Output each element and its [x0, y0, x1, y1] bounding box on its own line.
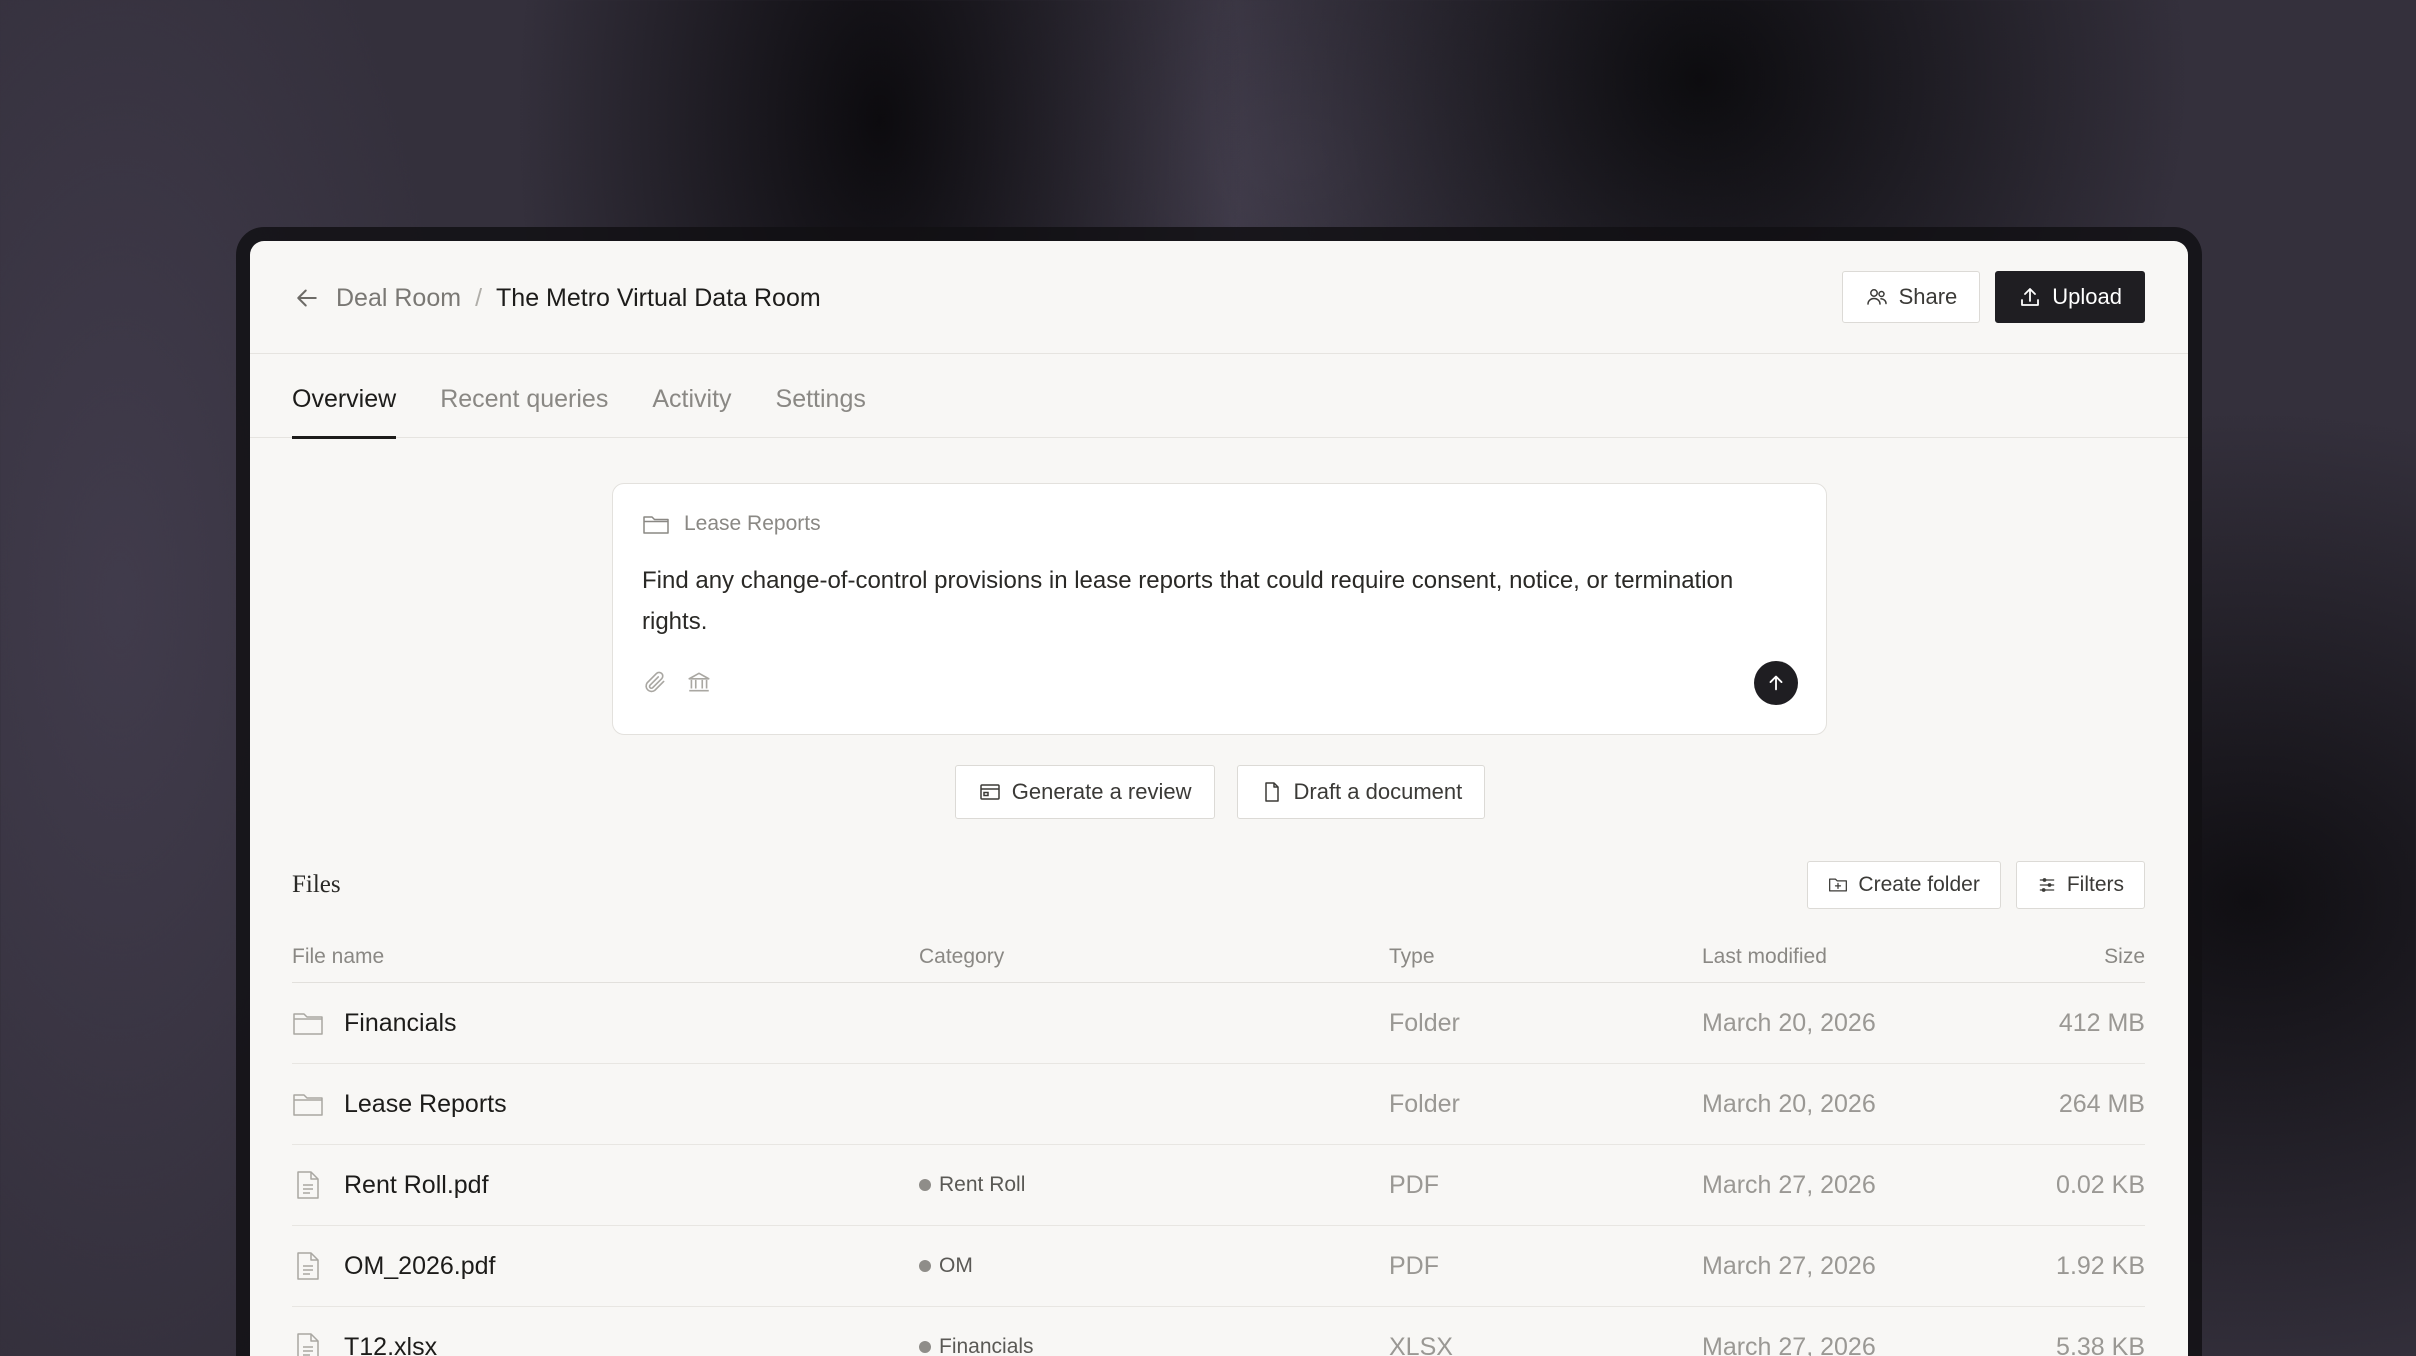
create-folder-button[interactable]: Create folder	[1807, 861, 2001, 909]
file-name-cell: Financials	[292, 1008, 919, 1038]
type-cell: PDF	[1389, 1251, 1439, 1280]
category-label: Rent Roll	[939, 1173, 1026, 1196]
col-last-modified[interactable]: Last modified	[1702, 945, 2002, 969]
context-chip[interactable]: Lease Reports	[642, 512, 821, 536]
back-arrow-icon[interactable]	[292, 283, 322, 313]
top-bar: Deal Room / The Metro Virtual Data Room …	[250, 241, 2188, 354]
size-cell: 412 MB	[2058, 1008, 2145, 1037]
modified-cell: March 20, 2026	[1702, 1089, 1876, 1118]
paperclip-icon[interactable]	[642, 669, 668, 695]
folder-icon	[292, 1089, 324, 1119]
category-cell: OM	[919, 1254, 1389, 1278]
size-cell: 1.92 KB	[2056, 1251, 2145, 1280]
file-name: Financials	[344, 1008, 457, 1037]
generate-review-button[interactable]: Generate a review	[954, 765, 1215, 819]
category-cell: Financials	[919, 1335, 1389, 1356]
files-actions: Create folder Filters	[1807, 861, 2145, 909]
document-icon	[1264, 782, 1279, 802]
header-actions: Share Upload	[1841, 271, 2145, 323]
table-row[interactable]: OM_2026.pdf OM PDF March 27, 2026 1.92 K…	[292, 1226, 2145, 1307]
filter-sliders-icon	[2039, 878, 2055, 892]
send-button[interactable]	[1754, 661, 1798, 705]
generate-review-label: Generate a review	[1011, 779, 1192, 804]
file-name-cell: Rent Roll.pdf	[292, 1170, 919, 1200]
file-name: OM_2026.pdf	[344, 1251, 496, 1280]
folder-icon	[643, 516, 669, 534]
type-cell: PDF	[1389, 1170, 1439, 1199]
upload-button[interactable]: Upload	[1995, 271, 2145, 323]
composer-tools	[642, 669, 712, 695]
file-icon	[292, 1170, 324, 1200]
col-file-name[interactable]: File name	[292, 945, 919, 969]
quick-actions: Generate a review Draft a document	[250, 765, 2188, 819]
breadcrumb: Deal Room / The Metro Virtual Data Room	[292, 281, 821, 315]
type-cell: XLSX	[1389, 1332, 1453, 1356]
modified-cell: March 20, 2026	[1702, 1008, 1876, 1037]
file-name: Rent Roll.pdf	[344, 1170, 489, 1199]
type-cell: Folder	[1389, 1089, 1460, 1118]
folder-icon	[292, 1008, 324, 1038]
data-room-window: Deal Room / The Metro Virtual Data Room …	[250, 241, 2188, 1356]
file-name: T12.xlsx	[344, 1332, 438, 1356]
files-title: Files	[292, 871, 341, 898]
review-icon	[979, 784, 1000, 800]
col-type[interactable]: Type	[1389, 945, 1702, 969]
size-cell: 5.38 KB	[2056, 1332, 2145, 1356]
modified-cell: March 27, 2026	[1702, 1170, 1876, 1199]
file-name-cell: T12.xlsx	[292, 1332, 919, 1356]
library-icon[interactable]	[686, 669, 712, 695]
filters-label: Filters	[2066, 873, 2124, 896]
file-name: Lease Reports	[344, 1089, 507, 1118]
page-title: The Metro Virtual Data Room	[496, 283, 821, 312]
size-cell: 0.02 KB	[2056, 1170, 2145, 1199]
upload-label: Upload	[2052, 284, 2122, 309]
file-icon	[292, 1332, 324, 1356]
share-label: Share	[1898, 284, 1958, 309]
file-name-cell: OM_2026.pdf	[292, 1251, 919, 1281]
col-size[interactable]: Size	[2002, 945, 2145, 969]
folder-plus-icon	[1829, 878, 1848, 892]
tab-settings[interactable]: Settings	[776, 354, 866, 438]
file-name-cell: Lease Reports	[292, 1089, 919, 1119]
tab-overview[interactable]: Overview	[292, 354, 397, 439]
upload-icon	[2021, 288, 2040, 306]
category-label: Financials	[939, 1335, 1034, 1356]
breadcrumb-deal-room[interactable]: Deal Room	[336, 284, 461, 313]
category-cell: Rent Roll	[919, 1173, 1389, 1197]
size-cell: 264 MB	[2058, 1089, 2145, 1118]
draft-document-button[interactable]: Draft a document	[1236, 765, 1486, 819]
category-dot	[919, 1260, 931, 1272]
breadcrumb-separator: /	[475, 283, 483, 312]
col-category[interactable]: Category	[919, 945, 1389, 969]
tab-recent-queries[interactable]: Recent queries	[440, 354, 608, 438]
files-header: Files Create folder Filters	[292, 861, 2145, 911]
type-cell: Folder	[1389, 1008, 1460, 1037]
context-label: Lease Reports	[684, 512, 821, 535]
tab-bar: Overview Recent queries Activity Setting…	[250, 354, 2188, 439]
modified-cell: March 27, 2026	[1702, 1332, 1876, 1356]
draft-document-label: Draft a document	[1293, 779, 1463, 804]
arrow-up-icon	[1769, 675, 1783, 691]
create-folder-label: Create folder	[1858, 873, 1980, 896]
category-dot	[919, 1179, 931, 1191]
category-label: OM	[939, 1254, 973, 1277]
share-button[interactable]: Share	[1841, 271, 1981, 323]
table-row[interactable]: Rent Roll.pdf Rent Roll PDF March 27, 20…	[292, 1145, 2145, 1226]
users-icon	[1866, 289, 1887, 305]
filters-button[interactable]: Filters	[2015, 861, 2145, 909]
category-dot	[919, 1341, 931, 1353]
table-row[interactable]: Lease Reports Folder March 20, 2026 264 …	[292, 1064, 2145, 1145]
table-header: File name Category Type Last modified Si…	[292, 931, 2145, 983]
files-table: File name Category Type Last modified Si…	[292, 931, 2145, 1356]
table-row[interactable]: Financials Folder March 20, 2026 412 MB	[292, 983, 2145, 1064]
table-row[interactable]: T12.xlsx Financials XLSX March 27, 2026 …	[292, 1307, 2145, 1356]
query-composer: Lease Reports Find any change-of-control…	[612, 483, 1827, 735]
file-icon	[292, 1251, 324, 1281]
tab-activity[interactable]: Activity	[652, 354, 731, 438]
modified-cell: March 27, 2026	[1702, 1251, 1876, 1280]
prompt-input[interactable]: Find any change-of-control provisions in…	[642, 560, 1772, 642]
